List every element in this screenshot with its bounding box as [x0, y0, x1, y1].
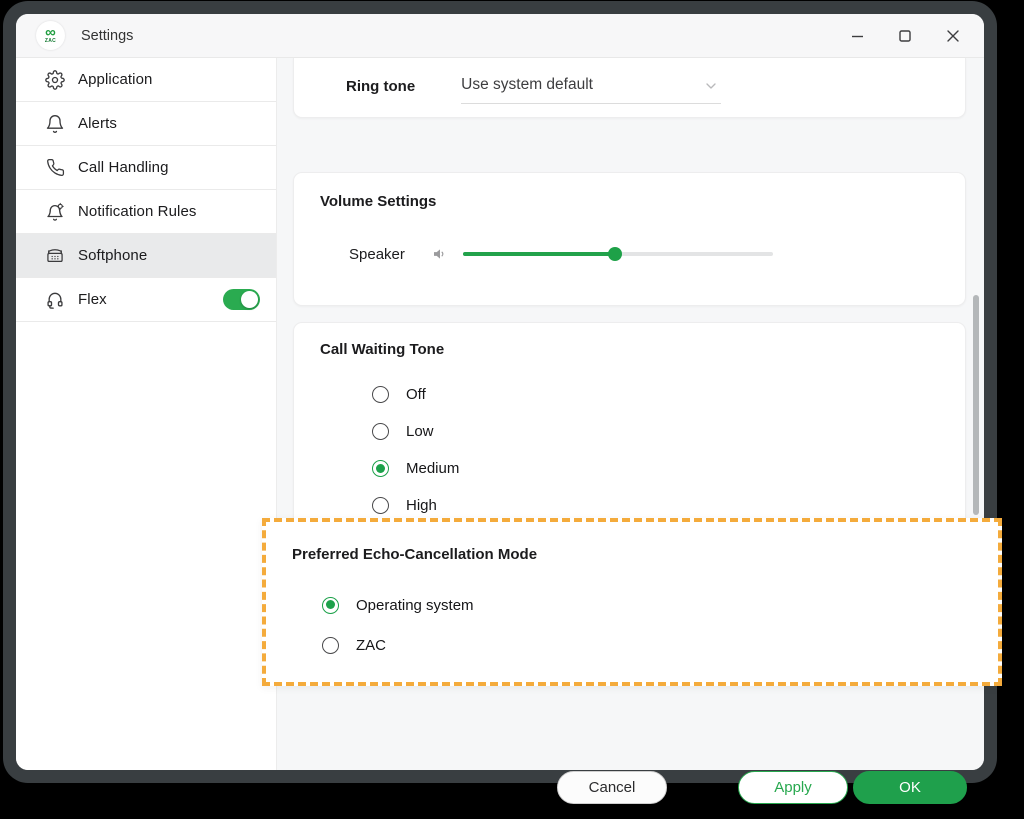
radio-option-operating-system[interactable]: Operating system	[322, 585, 998, 625]
apply-button[interactable]: Apply	[738, 771, 848, 804]
phone-icon	[44, 157, 66, 179]
bell-icon	[44, 113, 66, 135]
sidebar-item-label: Softphone	[78, 247, 147, 264]
zac-logo: ∞ ZAC	[36, 21, 65, 50]
ring-tone-label: Ring tone	[346, 78, 415, 95]
flex-toggle[interactable]	[223, 289, 260, 310]
sidebar-item-flex[interactable]: Flex	[16, 278, 276, 322]
title-bar[interactable]: ∞ ZAC Settings	[16, 14, 984, 58]
sidebar-item-notification-rules[interactable]: Notification Rules	[16, 190, 276, 234]
call-waiting-title: Call Waiting Tone	[320, 341, 939, 358]
sidebar-item-call-handling[interactable]: Call Handling	[16, 146, 276, 190]
screen-background: ∞ ZAC Settings Ap	[0, 0, 1024, 819]
sidebar-item-softphone[interactable]: Softphone	[16, 234, 276, 278]
ok-button[interactable]: OK	[853, 771, 967, 804]
close-icon[interactable]	[944, 27, 962, 45]
scrollbar-thumb[interactable]	[973, 295, 979, 515]
call-waiting-tone-card: Call Waiting Tone Off Low Medium High	[293, 322, 966, 550]
zac-logo-text: ZAC	[45, 38, 56, 44]
footer-actions: Cancel Apply OK	[538, 771, 984, 814]
sidebar-item-label: Call Handling	[78, 159, 169, 176]
radio-label: Low	[406, 423, 434, 440]
radio-checked-icon[interactable]	[322, 597, 339, 614]
radio-label: Off	[406, 386, 426, 403]
radio-option-low[interactable]: Low	[372, 413, 939, 450]
chevron-down-icon	[703, 78, 719, 94]
gear-icon	[44, 69, 66, 91]
window-controls	[848, 14, 962, 58]
echo-mode-title: Preferred Echo-Cancellation Mode	[292, 546, 998, 563]
ring-tone-value: Use system default	[461, 76, 593, 93]
radio-icon[interactable]	[322, 637, 339, 654]
speaker-label: Speaker	[349, 246, 411, 263]
volume-settings-card: Volume Settings Speaker	[293, 172, 966, 306]
bell-gear-icon	[44, 201, 66, 223]
radio-option-zac[interactable]: ZAC	[322, 625, 998, 665]
sidebar-item-label: Alerts	[78, 115, 117, 132]
radio-label: Medium	[406, 460, 459, 477]
volume-settings-title: Volume Settings	[320, 193, 939, 210]
speaker-slider[interactable]	[463, 247, 773, 261]
cancel-button[interactable]: Cancel	[557, 771, 667, 804]
echo-cancellation-highlight-box: Preferred Echo-Cancellation Mode Operati…	[262, 518, 1002, 686]
radio-option-off[interactable]: Off	[372, 376, 939, 413]
toggle-knob	[241, 291, 258, 308]
settings-window: ∞ ZAC Settings Ap	[16, 14, 984, 770]
sidebar-item-application[interactable]: Application	[16, 58, 276, 102]
speaker-volume-icon	[431, 245, 449, 263]
sidebar-item-label: Application	[78, 71, 152, 88]
radio-label: ZAC	[356, 637, 386, 654]
radio-icon[interactable]	[372, 386, 389, 403]
slider-thumb[interactable]	[608, 247, 622, 261]
sidebar-item-label: Notification Rules	[78, 203, 197, 220]
slider-fill	[463, 252, 615, 256]
sidebar-item-alerts[interactable]: Alerts	[16, 102, 276, 146]
radio-icon[interactable]	[372, 423, 389, 440]
infinity-icon: ∞	[45, 27, 56, 38]
deskphone-icon	[44, 245, 66, 267]
settings-sidebar: Application Alerts Call Handling Notific…	[16, 58, 277, 770]
radio-label: High	[406, 497, 437, 514]
radio-icon[interactable]	[372, 497, 389, 514]
ring-tone-select[interactable]: Use system default	[461, 72, 721, 104]
radio-label: Operating system	[356, 597, 474, 614]
ring-tone-card: Ring tone Use system default	[293, 58, 966, 118]
minimize-icon[interactable]	[848, 27, 866, 45]
maximize-icon[interactable]	[896, 27, 914, 45]
sidebar-item-label: Flex	[78, 291, 107, 308]
headset-icon	[44, 289, 66, 311]
window-title: Settings	[81, 28, 133, 44]
radio-option-medium[interactable]: Medium	[372, 450, 939, 487]
radio-checked-icon[interactable]	[372, 460, 389, 477]
